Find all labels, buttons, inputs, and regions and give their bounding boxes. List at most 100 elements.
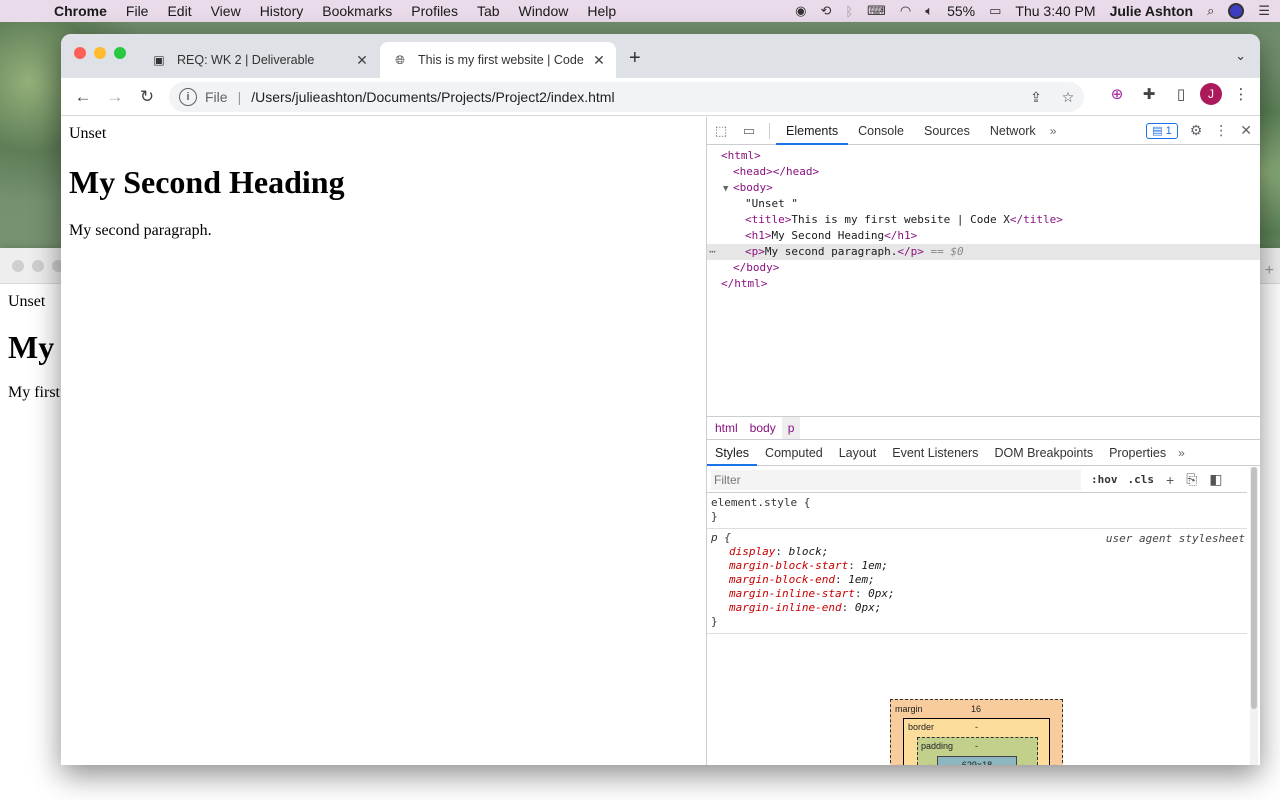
menu-help[interactable]: Help [587,3,616,19]
tab-close-icon[interactable]: ✕ [588,52,610,69]
rendering-emulation-icon[interactable]: ⎘ [1186,471,1197,488]
styles-scrollbar[interactable] [1250,467,1258,765]
inspect-element-icon[interactable]: ⬚ [707,123,735,139]
window-close-button[interactable] [74,47,86,59]
volume-icon[interactable]: 🔈︎ [925,3,933,19]
extensions-puzzle-icon[interactable]: ✚ [1136,85,1162,103]
style-property[interactable]: margin-block-start: 1em; [711,559,1243,573]
subtab-layout[interactable]: Layout [831,440,885,466]
padding-left-value[interactable]: - [928,760,931,765]
dom-node-html[interactable]: <html> [707,148,1260,164]
margin-left-value[interactable]: - [897,760,900,765]
border-left-value[interactable]: - [908,761,911,765]
tab-first-website[interactable]: 🌐︎ This is my first website | Code ✕ [380,42,616,78]
back-button[interactable]: ← [67,87,99,107]
subtab-dom-breakpoints[interactable]: DOM Breakpoints [986,440,1101,466]
collapse-triangle-icon[interactable]: ▼ [723,181,733,197]
more-tabs-chevron-icon[interactable]: » [1046,124,1061,138]
background-close-button[interactable] [12,260,24,272]
style-property[interactable]: display: block; [711,545,1243,559]
dom-node-html-close[interactable]: </html> [707,276,1260,292]
style-property[interactable]: margin-inline-end: 0px; [711,601,1243,615]
address-url[interactable]: /Users/julieashton/Documents/Projects/Pr… [251,89,1020,105]
bluetooth-icon[interactable]: ᛒ [845,4,853,19]
tab-sources[interactable]: Sources [914,117,980,145]
scrollbar-thumb[interactable] [1251,467,1257,709]
background-minimize-button[interactable] [32,260,44,272]
margin-top-value[interactable]: 16 [971,704,981,714]
subtab-styles[interactable]: Styles [707,440,758,466]
dom-node-body[interactable]: ▼ <body> [707,180,1260,196]
toggle-sidebar-icon[interactable]: ◧ [1209,471,1222,488]
style-property[interactable]: margin-block-end: 1em; [711,573,1243,587]
tab-network[interactable]: Network [980,117,1046,145]
settings-gear-icon[interactable]: ⚙ [1190,122,1203,139]
site-info-icon[interactable]: i [179,88,197,106]
side-panel-icon[interactable]: ▯ [1168,85,1194,103]
time-machine-icon[interactable]: ⟲ [820,3,831,19]
spotlight-search-icon[interactable]: ⌕ [1207,3,1214,19]
padding-right-value[interactable]: - [1022,760,1025,765]
dom-node-p-selected[interactable]: ⋯ <p>My second paragraph.</p> == $0 [707,244,1260,260]
styles-filter-input[interactable]: Filter [711,469,1081,490]
margin-right-value[interactable]: - [1053,760,1056,765]
reload-button[interactable]: ↻ [131,87,163,107]
window-minimize-button[interactable] [94,47,106,59]
devtools-menu-icon[interactable]: ⋮ [1214,122,1228,139]
rule-p-user-agent[interactable]: p { user agent stylesheet display: block… [707,529,1247,634]
menu-tab[interactable]: Tab [477,3,500,19]
tab-console[interactable]: Console [848,117,914,145]
dom-node-body-close[interactable]: </body> [707,260,1260,276]
tab-elements[interactable]: Elements [776,117,849,145]
border-right-value[interactable]: - [1042,761,1045,765]
dom-node-title[interactable]: <title>This is my first website | Code X… [707,212,1260,228]
border-top-value[interactable]: - [975,722,978,732]
dom-text-node[interactable]: "Unset " [707,196,1260,212]
battery-percent[interactable]: 55% [947,3,975,19]
forward-button[interactable]: → [99,87,131,107]
subtab-properties[interactable]: Properties [1101,440,1174,466]
menu-user-name[interactable]: Julie Ashton [1110,3,1194,19]
tab-deliverable[interactable]: ▣ REQ: WK 2 | Deliverable ✕ [141,42,379,78]
menu-app-chrome[interactable]: Chrome [54,3,107,19]
more-subtabs-chevron-icon[interactable]: » [1174,446,1189,460]
breadcrumb-p[interactable]: p [781,417,801,439]
new-tab-button[interactable]: + [629,47,641,70]
rule-element-style[interactable]: element.style { } [707,494,1247,529]
menu-bookmarks[interactable]: Bookmarks [322,3,392,19]
breadcrumb-html[interactable]: html [709,417,744,439]
menu-kebab-icon[interactable]: ⋮ [1228,85,1254,103]
box-model-content[interactable]: 629×18 [937,756,1017,765]
dom-node-head[interactable]: <head></head> [707,164,1260,180]
class-toggle[interactable]: .cls [1128,473,1155,486]
background-new-tab-icon[interactable]: + [1265,262,1274,280]
hover-state-toggle[interactable]: :hov [1091,473,1118,486]
tab-search-chevron-icon[interactable]: ⌄ [1235,48,1246,64]
extension-globe-icon[interactable]: ⊕ [1104,85,1130,103]
style-property[interactable]: margin-inline-start: 0px; [711,587,1243,601]
new-style-rule-icon[interactable]: + [1166,472,1174,488]
issues-badge[interactable]: ▤ 1 [1146,122,1178,139]
menu-file[interactable]: File [126,3,149,19]
wifi-icon[interactable]: ◠ [900,3,911,19]
padding-top-value[interactable]: - [975,741,978,751]
address-bar[interactable]: i File | /Users/julieashton/Documents/Pr… [169,82,1084,112]
dom-node-h1[interactable]: <h1>My Second Heading</h1> [707,228,1260,244]
devtools-close-icon[interactable]: ✕ [1240,122,1252,139]
battery-icon[interactable]: ▭ [989,3,1001,19]
menu-history[interactable]: History [260,3,304,19]
menu-profiles[interactable]: Profiles [411,3,458,19]
breadcrumb-body[interactable]: body [744,417,782,439]
tab-close-icon[interactable]: ✕ [351,52,373,69]
menu-clock[interactable]: Thu 3:40 PM [1015,3,1095,19]
bookmark-star-icon[interactable]: ☆ [1052,89,1084,106]
keyboard-input-icon[interactable]: ⌨ [867,3,886,19]
device-toolbar-icon[interactable]: ▭ [735,123,763,139]
menu-view[interactable]: View [211,3,241,19]
control-center-icon[interactable]: ☰ [1258,3,1270,19]
menu-window[interactable]: Window [519,3,569,19]
screen-record-icon[interactable]: ◉ [795,3,806,19]
subtab-computed[interactable]: Computed [757,440,831,466]
subtab-event-listeners[interactable]: Event Listeners [884,440,986,466]
share-icon[interactable]: ⇪ [1020,89,1052,106]
